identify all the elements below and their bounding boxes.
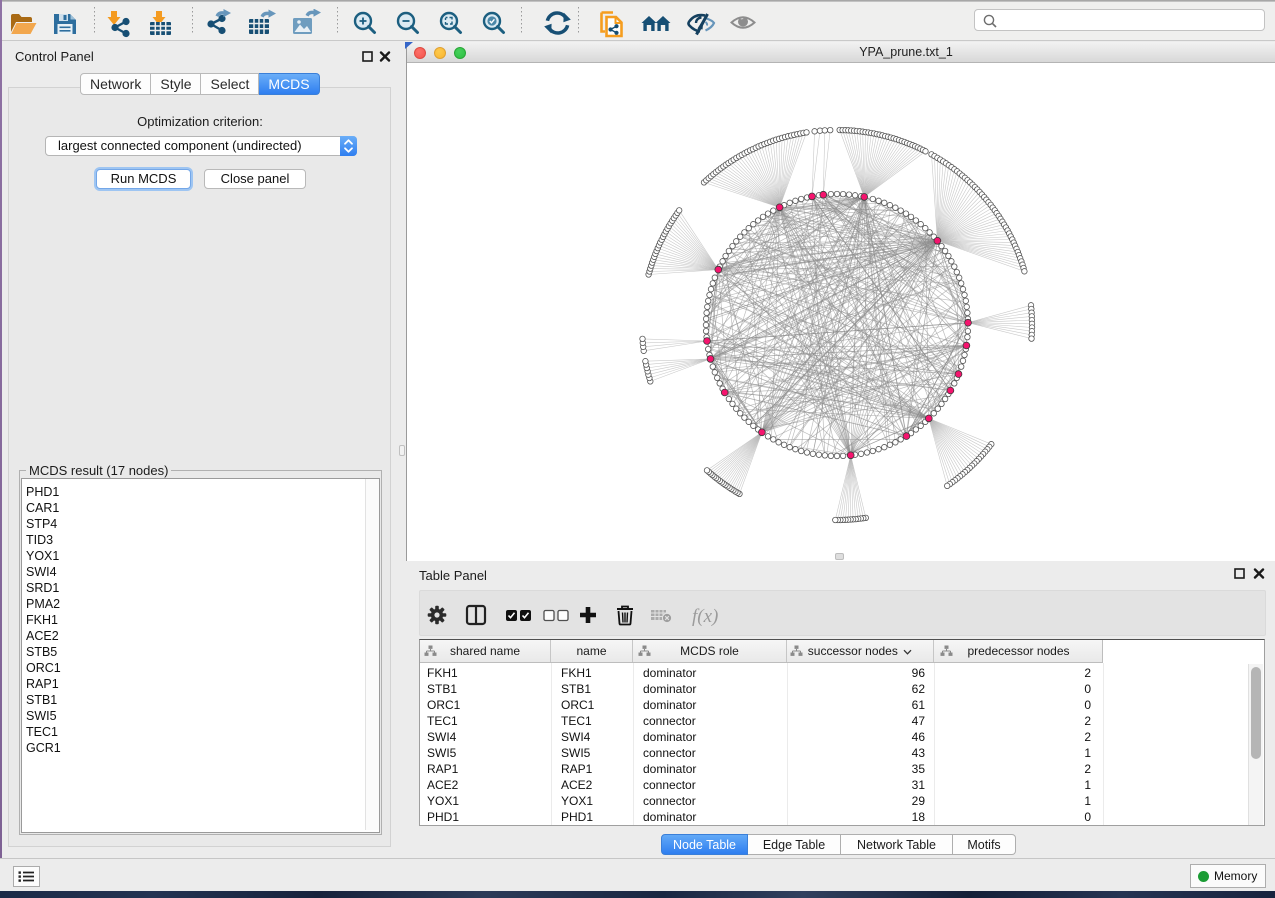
- svg-text:f(x): f(x): [692, 606, 718, 627]
